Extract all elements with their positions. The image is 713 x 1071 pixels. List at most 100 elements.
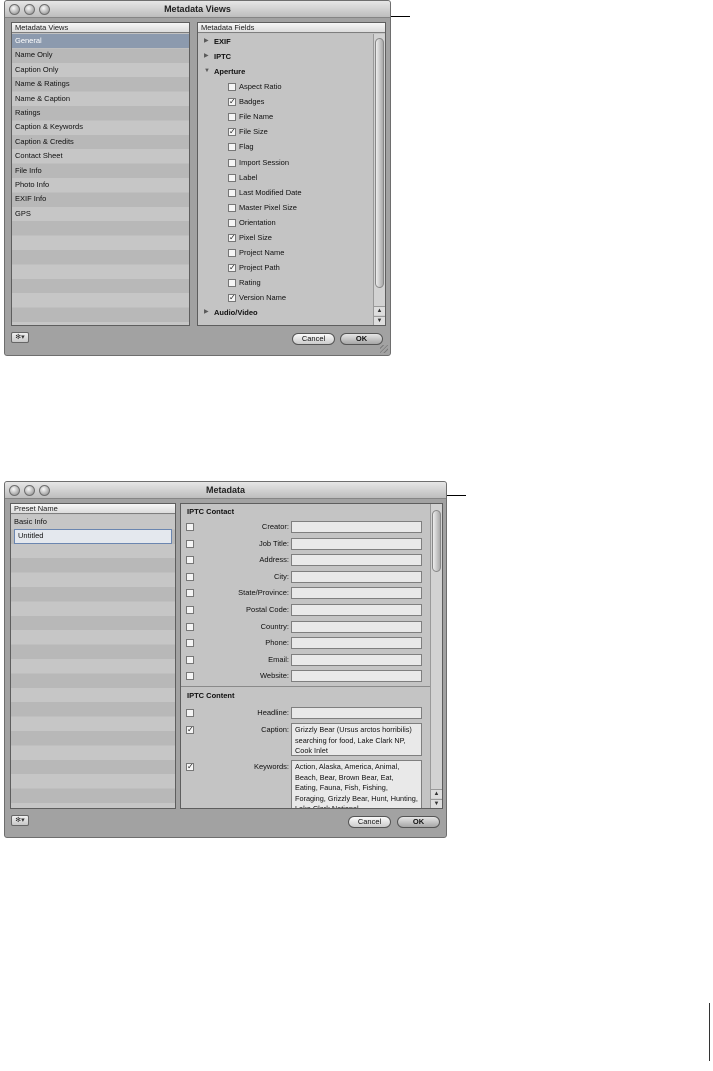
field-checkbox[interactable]: ✓: [228, 128, 236, 137]
disclosure-down-icon[interactable]: ▼: [204, 64, 210, 79]
field-checkbox[interactable]: ✓: [228, 264, 236, 273]
keywords-field[interactable]: Action, Alaska, America, Animal, Beach, …: [291, 760, 422, 808]
cancel-button[interactable]: Cancel: [348, 816, 391, 828]
headline-checkbox[interactable]: [186, 709, 194, 717]
aperture-field-row[interactable]: Import Session: [198, 155, 373, 170]
text-field[interactable]: [291, 620, 422, 633]
aperture-field-row[interactable]: ✓ File Size: [198, 124, 373, 139]
field-checkbox[interactable]: [186, 655, 194, 664]
field-checkbox[interactable]: [228, 249, 236, 258]
resize-grip-icon[interactable]: [380, 345, 388, 353]
aperture-field-row[interactable]: Flag: [198, 139, 373, 154]
aperture-field-row[interactable]: ✓ Badges: [198, 94, 373, 109]
aperture-field-row[interactable]: Project Name: [198, 245, 373, 260]
ok-button[interactable]: OK: [340, 333, 383, 345]
category-exif[interactable]: ▶ EXIF: [198, 34, 373, 49]
caption-checkbox[interactable]: ✓: [186, 726, 194, 734]
disclosure-right-icon[interactable]: ▶: [204, 49, 209, 64]
aperture-field-row[interactable]: ✓ Project Path: [198, 260, 373, 275]
field-checkbox[interactable]: [186, 672, 194, 681]
text-field[interactable]: [291, 670, 422, 683]
metadata-view-item[interactable]: Name & Caption: [12, 92, 189, 106]
aperture-field-row[interactable]: Label: [198, 170, 373, 185]
text-field[interactable]: [291, 587, 422, 600]
caption-field[interactable]: Grizzly Bear (Ursus arctos horribilis) s…: [291, 723, 422, 756]
text-field[interactable]: [291, 637, 422, 650]
metadata-view-item[interactable]: General: [12, 34, 189, 49]
form-scrollbar-thumb[interactable]: [432, 510, 441, 572]
metadata-window: Metadata Preset Name Basic Info Untitled …: [4, 481, 447, 838]
text-field[interactable]: [291, 537, 422, 550]
metadata-view-item[interactable]: Ratings: [12, 106, 189, 120]
metadata-view-item[interactable]: Caption & Keywords: [12, 120, 189, 134]
metadata-view-item[interactable]: EXIF Info: [12, 192, 189, 206]
metadata-view-item[interactable]: GPS: [12, 207, 189, 221]
preset-item[interactable]: Untitled: [14, 529, 172, 544]
metadata-view-item[interactable]: File Info: [12, 164, 189, 178]
aperture-field-row[interactable]: Rating: [198, 275, 373, 290]
scroll-up-arrow-icon[interactable]: ▲: [374, 306, 385, 315]
field-checkbox[interactable]: [186, 606, 194, 614]
field-checkbox[interactable]: [186, 639, 194, 648]
aperture-field-row[interactable]: File Name: [198, 109, 373, 124]
field-checkbox[interactable]: [228, 158, 236, 167]
field-checkbox[interactable]: [186, 589, 194, 598]
headline-field[interactable]: [291, 707, 422, 719]
preset-item[interactable]: Basic Info: [11, 515, 175, 529]
metadata-fields-tree: ▶ EXIF ▶ IPTC ▼ Aperture Aspect Ratio ✓ Ba…: [198, 34, 373, 325]
field-checkbox[interactable]: [228, 113, 236, 122]
action-menu-button[interactable]: ✻▾: [11, 815, 29, 826]
field-checkbox[interactable]: ✓: [228, 98, 236, 107]
text-field[interactable]: [291, 604, 422, 616]
field-checkbox[interactable]: [186, 523, 194, 531]
scroll-down-arrow-icon[interactable]: ▼: [374, 316, 385, 325]
field-checkbox[interactable]: [228, 279, 236, 288]
ok-button[interactable]: OK: [397, 816, 440, 828]
aperture-field-row[interactable]: Last Modified Date: [198, 185, 373, 200]
aperture-field-row[interactable]: ✓ Version Name: [198, 290, 373, 305]
category-iptc[interactable]: ▶ IPTC: [198, 49, 373, 64]
field-checkbox[interactable]: [228, 173, 236, 182]
metadata-view-item[interactable]: Caption & Credits: [12, 135, 189, 149]
field-checkbox[interactable]: [186, 572, 194, 581]
field-label: Flag: [239, 142, 254, 152]
scroll-down-arrow-icon[interactable]: ▼: [431, 799, 442, 808]
metadata-view-item[interactable]: Photo Info: [12, 178, 189, 192]
field-checkbox[interactable]: [228, 218, 236, 227]
field-checkbox[interactable]: [228, 188, 236, 197]
field-checkbox[interactable]: [186, 539, 194, 548]
aperture-field-row[interactable]: ✓ Pixel Size: [198, 230, 373, 245]
metadata-view-item[interactable]: Name & Ratings: [12, 77, 189, 91]
disclosure-right-icon[interactable]: ▶: [204, 34, 209, 49]
category-aperture[interactable]: ▼ Aperture: [198, 64, 373, 79]
field-checkbox[interactable]: ✓: [228, 294, 236, 303]
field-label: Postal Code:: [246, 605, 289, 614]
field-checkbox[interactable]: [228, 143, 236, 152]
cancel-button[interactable]: Cancel: [292, 333, 335, 345]
metadata-view-item[interactable]: Caption Only: [12, 63, 189, 77]
scroll-up-arrow-icon[interactable]: ▲: [431, 789, 442, 798]
action-menu-button[interactable]: ✻▾: [11, 332, 29, 343]
aperture-field-row[interactable]: Master Pixel Size: [198, 200, 373, 215]
form-scrollbar[interactable]: ▲ ▼: [430, 504, 442, 808]
keywords-checkbox[interactable]: ✓: [186, 763, 194, 771]
text-field[interactable]: [291, 653, 422, 666]
field-checkbox[interactable]: ✓: [228, 234, 236, 242]
aperture-field-row[interactable]: Aspect Ratio: [198, 79, 373, 94]
text-field[interactable]: [291, 521, 422, 533]
field-checkbox[interactable]: [228, 83, 236, 91]
text-field[interactable]: [291, 570, 422, 583]
aperture-field-row[interactable]: Orientation: [198, 215, 373, 230]
disclosure-right-icon[interactable]: ▶: [204, 305, 209, 320]
title-bar[interactable]: Metadata: [5, 482, 446, 499]
field-checkbox[interactable]: [186, 622, 194, 631]
field-checkbox[interactable]: [228, 203, 236, 212]
field-checkbox[interactable]: [186, 556, 194, 565]
fields-scrollbar[interactable]: ▲ ▼: [373, 34, 385, 325]
text-field[interactable]: [291, 554, 422, 567]
metadata-view-item[interactable]: Name Only: [12, 48, 189, 62]
category-audio-video[interactable]: ▶ Audio/Video: [198, 305, 373, 320]
title-bar[interactable]: Metadata Views: [5, 1, 390, 18]
fields-scrollbar-thumb[interactable]: [375, 38, 384, 288]
metadata-view-item[interactable]: Contact Sheet: [12, 149, 189, 163]
